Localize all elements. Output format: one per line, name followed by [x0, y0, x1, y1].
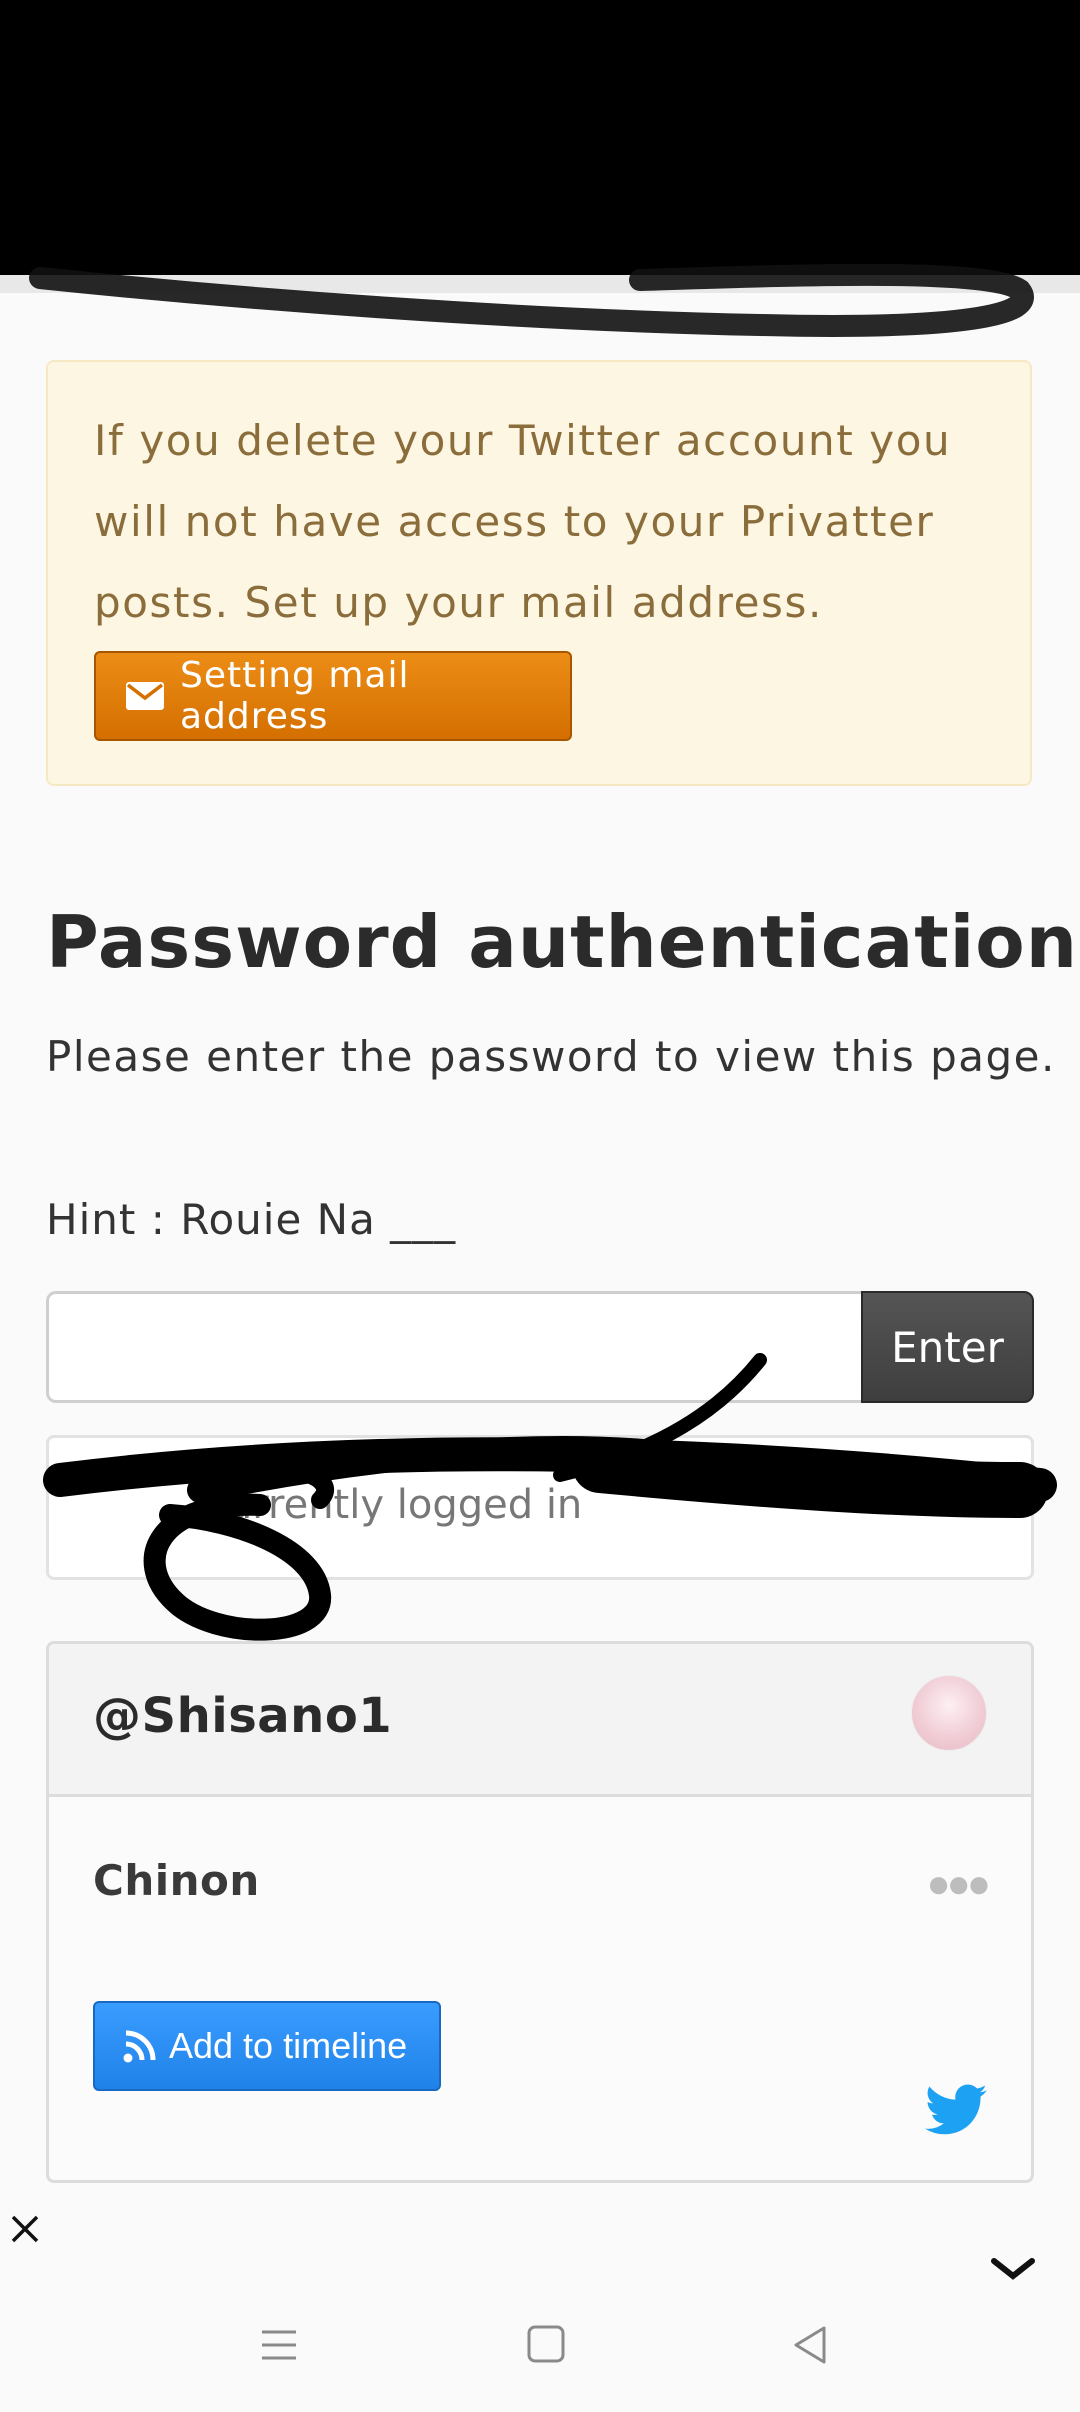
- user-handle[interactable]: @Shisano1: [93, 1688, 392, 1744]
- setting-mail-button[interactable]: Setting mail address: [94, 651, 572, 741]
- avatar[interactable]: [911, 1675, 987, 1751]
- profile-card: @Shisano1 Chinon ●●● Add to timeline: [46, 1641, 1034, 2183]
- envelope-icon: [126, 682, 164, 710]
- add-to-timeline-label: Add to timeline: [169, 2025, 408, 2066]
- page-description: Please enter the password to view this p…: [46, 1032, 1056, 1081]
- enter-button[interactable]: Enter: [861, 1291, 1034, 1403]
- system-nav-bar: [0, 2290, 1080, 2412]
- menu-icon[interactable]: [258, 2324, 300, 2366]
- redacted-status-area: [0, 0, 1080, 275]
- alert-message: If you delete your Twitter account you w…: [94, 416, 952, 627]
- close-icon[interactable]: [10, 2214, 40, 2244]
- mail-warning-alert: If you delete your Twitter account you w…: [46, 360, 1032, 786]
- login-status-text: Currently logged in: [199, 1482, 583, 1528]
- back-triangle-icon[interactable]: [790, 2324, 830, 2366]
- chevron-down-icon[interactable]: [990, 2256, 1036, 2280]
- password-input[interactable]: [46, 1291, 861, 1403]
- user-display-name: Chinon: [93, 1856, 260, 1905]
- header-divider: [0, 275, 1080, 293]
- page-title: Password authentication: [46, 900, 1079, 984]
- add-to-timeline-button[interactable]: Add to timeline: [93, 2001, 441, 2091]
- more-dots-icon[interactable]: ●●●: [927, 1862, 992, 1907]
- home-square-icon[interactable]: [526, 2324, 566, 2364]
- twitter-bird-icon[interactable]: [925, 2084, 987, 2136]
- rss-icon: [123, 2030, 156, 2063]
- login-status-box: Currently logged in: [46, 1435, 1034, 1580]
- password-hint: Hint : Rouie Na ___: [46, 1195, 457, 1244]
- profile-card-header: @Shisano1: [49, 1644, 1031, 1797]
- setting-mail-label: Setting mail address: [179, 655, 410, 737]
